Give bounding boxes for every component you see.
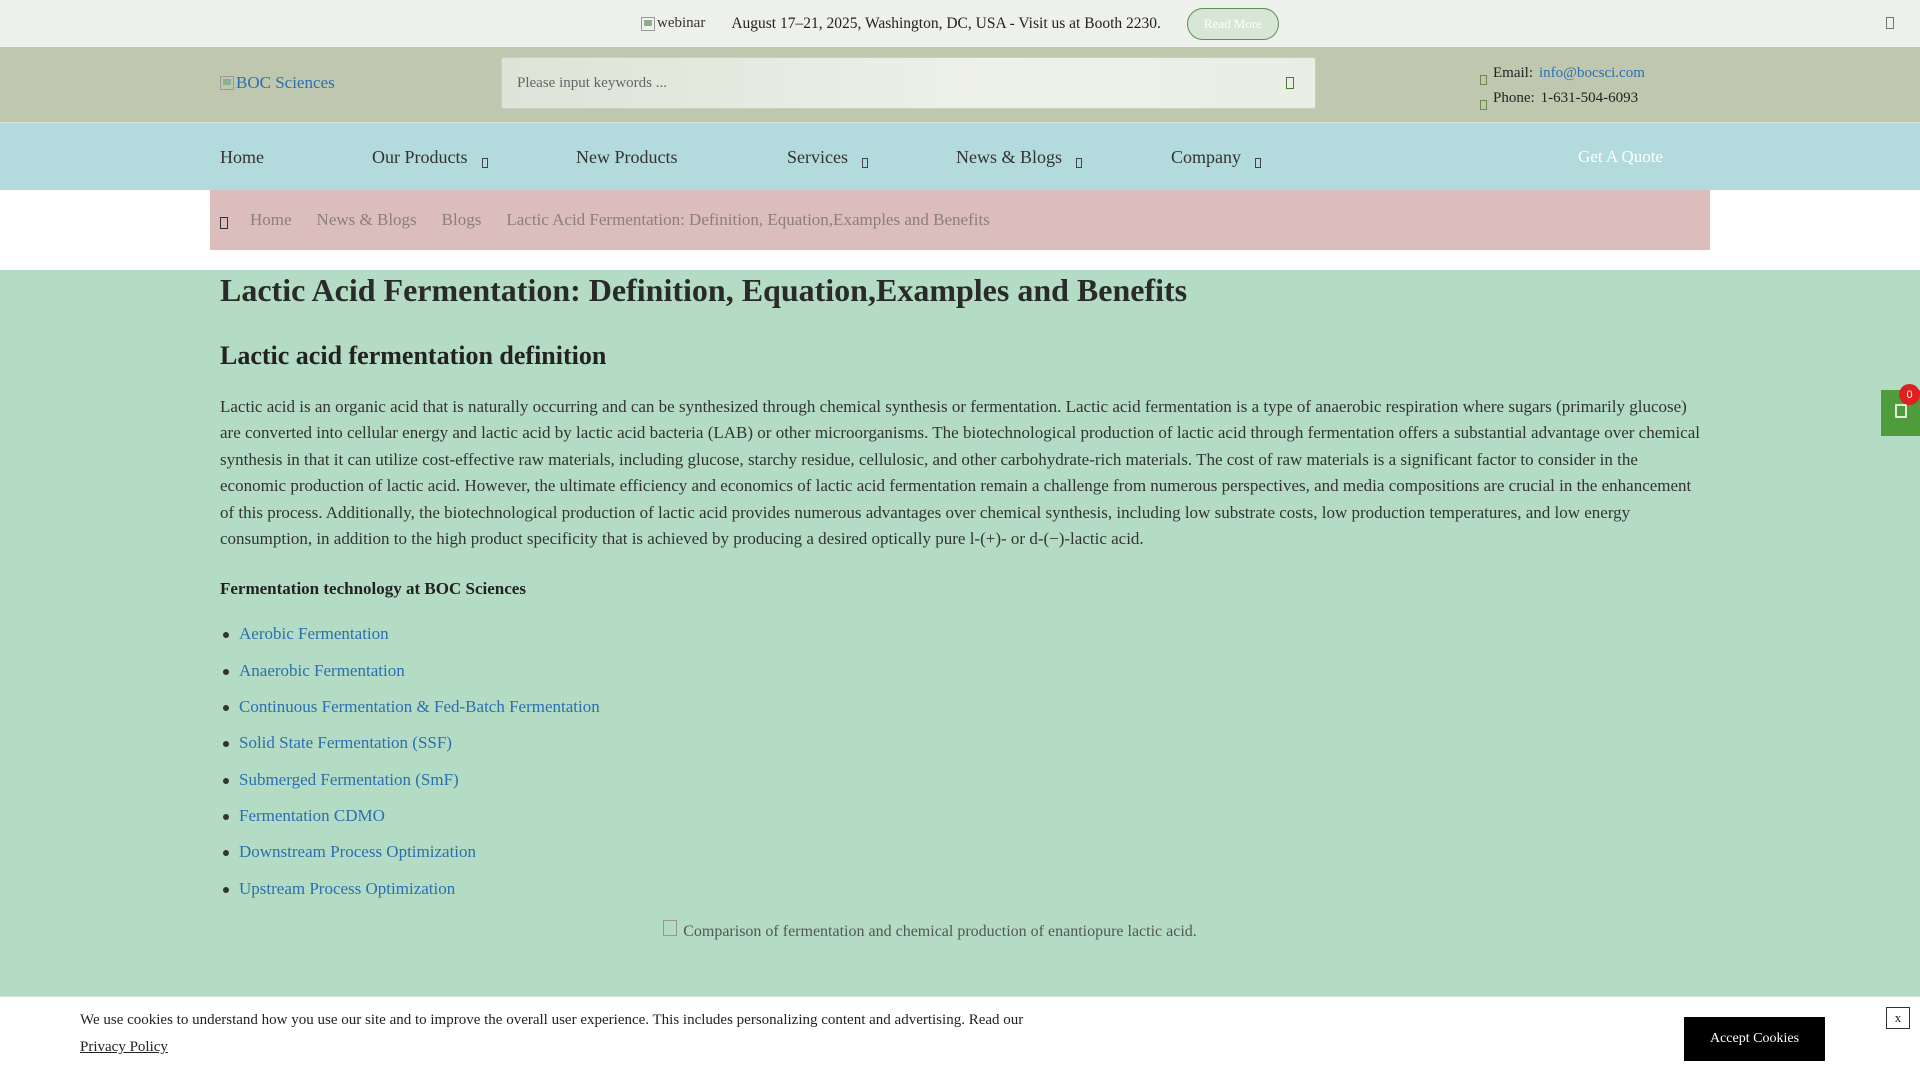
list-item: Solid State Fermentation (SSF) — [220, 725, 1700, 761]
broken-image-icon — [220, 76, 234, 90]
nav-item-label: News & Blogs — [956, 146, 1063, 167]
search-box — [501, 57, 1316, 109]
article-paragraph: Lactic acid is an organic acid that is n… — [220, 397, 1700, 549]
webinar-image: webinar — [641, 15, 705, 32]
home-icon[interactable] — [220, 214, 228, 229]
figure-alt-text: Comparison of fermentation and chemical … — [683, 922, 1197, 940]
section-title: Lactic acid fermentation definition — [220, 341, 607, 370]
tech-link-list: Aerobic Fermentation Anaerobic Fermentat… — [220, 616, 1700, 906]
email-icon — [1480, 69, 1487, 85]
page-title: Lactic Acid Fermentation: Definition, Eq… — [220, 272, 1188, 308]
search-icon[interactable] — [1279, 72, 1301, 94]
list-item: Aerobic Fermentation — [220, 616, 1700, 652]
contact-info: Email: info@bocsci.com Phone: 1-631-504-… — [1480, 61, 1645, 111]
list-item: Upstream Process Optimization — [220, 871, 1700, 907]
site-logo[interactable]: BOC Sciences — [220, 73, 335, 93]
cart-count-badge: 0 — [1899, 384, 1920, 405]
breadcrumb-section: Home News & Blogs Blogs Lactic Acid Ferm… — [0, 190, 1920, 270]
tech-link-upstream[interactable]: Upstream Process Optimization — [239, 879, 455, 898]
logo-alt-text: BOC Sciences — [236, 73, 335, 92]
broken-image-icon — [641, 16, 655, 31]
nav-item-news-blogs[interactable]: News & Blogs — [956, 123, 1083, 191]
nav-item-new-products[interactable]: New Products — [576, 123, 678, 191]
breadcrumb-blogs[interactable]: Blogs — [442, 210, 482, 230]
tech-link-continuous[interactable]: Continuous Fermentation & Fed-Batch Ferm… — [239, 697, 600, 716]
nav-item-services[interactable]: Services — [787, 123, 868, 191]
webinar-image-alt: webinar — [657, 15, 706, 31]
phone-row: Phone: 1-631-504-6093 — [1480, 86, 1645, 111]
phone-label: Phone: — [1493, 90, 1535, 106]
list-item: Downstream Process Optimization — [220, 834, 1700, 870]
tech-link-smf[interactable]: Submerged Fermentation (SmF) — [239, 770, 459, 789]
tech-link-anaerobic[interactable]: Anaerobic Fermentation — [239, 661, 405, 680]
cookie-message-text: We use cookies to understand how you use… — [80, 1012, 1024, 1028]
email-row: Email: info@bocsci.com — [1480, 61, 1645, 86]
close-cookie-button[interactable]: x — [1886, 1007, 1910, 1029]
nav-item-label: New Products — [576, 146, 678, 167]
read-more-button[interactable]: Read More — [1186, 7, 1279, 40]
broken-image-icon — [663, 919, 678, 936]
cookie-banner: We use cookies to understand how you use… — [0, 996, 1920, 1080]
cart-button[interactable]: 0 — [1881, 384, 1920, 436]
breadcrumb-home[interactable]: Home — [250, 210, 292, 230]
cookie-message: We use cookies to understand how you use… — [80, 1007, 1070, 1061]
list-item: Anaerobic Fermentation — [220, 653, 1700, 689]
breadcrumb-news-blogs[interactable]: News & Blogs — [317, 210, 417, 230]
list-item: Submerged Fermentation (SmF) — [220, 762, 1700, 798]
chevron-down-icon — [1255, 152, 1261, 168]
list-item: Fermentation CDMO — [220, 798, 1700, 834]
phone-icon — [1480, 94, 1487, 110]
breadcrumb-current: Lactic Acid Fermentation: Definition, Eq… — [506, 210, 990, 229]
nav-item-our-products[interactable]: Our Products — [372, 123, 488, 191]
email-link[interactable]: info@bocsci.com — [1539, 61, 1645, 86]
article: Lactic Acid Fermentation: Definition, Eq… — [220, 270, 1700, 941]
event-text: August 17–21, 2025, Washington, DC, USA … — [731, 14, 1161, 32]
tech-link-aerobic[interactable]: Aerobic Fermentation — [239, 624, 389, 643]
accept-cookies-button[interactable]: Accept Cookies — [1684, 1017, 1825, 1061]
tech-link-downstream[interactable]: Downstream Process Optimization — [239, 842, 476, 861]
tech-link-cdmo[interactable]: Fermentation CDMO — [239, 806, 385, 825]
phone-number: 1-631-504-6093 — [1540, 90, 1639, 106]
cart-icon — [1894, 403, 1907, 424]
nav-item-label: Home — [220, 146, 264, 167]
figure-image: Comparison of fermentation and chemical … — [220, 919, 1700, 941]
tech-list-title: Fermentation technology at BOC Sciences — [220, 579, 526, 599]
close-icon[interactable] — [1886, 17, 1894, 29]
tech-link-ssf[interactable]: Solid State Fermentation (SSF) — [239, 733, 452, 752]
nav-item-label: Services — [787, 146, 848, 167]
chevron-down-icon — [861, 152, 868, 168]
nav-item-label: Our Products — [372, 146, 468, 167]
main-nav: Home Our Products New Products Services … — [0, 122, 1920, 190]
list-item: Continuous Fermentation & Fed-Batch Ferm… — [220, 689, 1700, 725]
nav-item-home[interactable]: Home — [220, 123, 264, 191]
privacy-policy-link[interactable]: Privacy Policy — [80, 1039, 168, 1055]
chevron-down-icon — [481, 152, 488, 168]
site-header: BOC Sciences Email: info@bocsci.com Phon… — [0, 47, 1920, 122]
nav-item-company[interactable]: Company — [1171, 123, 1261, 191]
breadcrumb: Home News & Blogs Blogs Lactic Acid Ferm… — [210, 190, 1710, 250]
search-input[interactable] — [502, 74, 1242, 92]
nav-item-label: Company — [1171, 146, 1241, 167]
event-banner: webinar August 17–21, 2025, Washington, … — [0, 0, 1920, 47]
get-quote-button[interactable]: Get A Quote — [1578, 123, 1663, 191]
chevron-down-icon — [1076, 152, 1083, 168]
email-label: Email: — [1493, 65, 1533, 81]
